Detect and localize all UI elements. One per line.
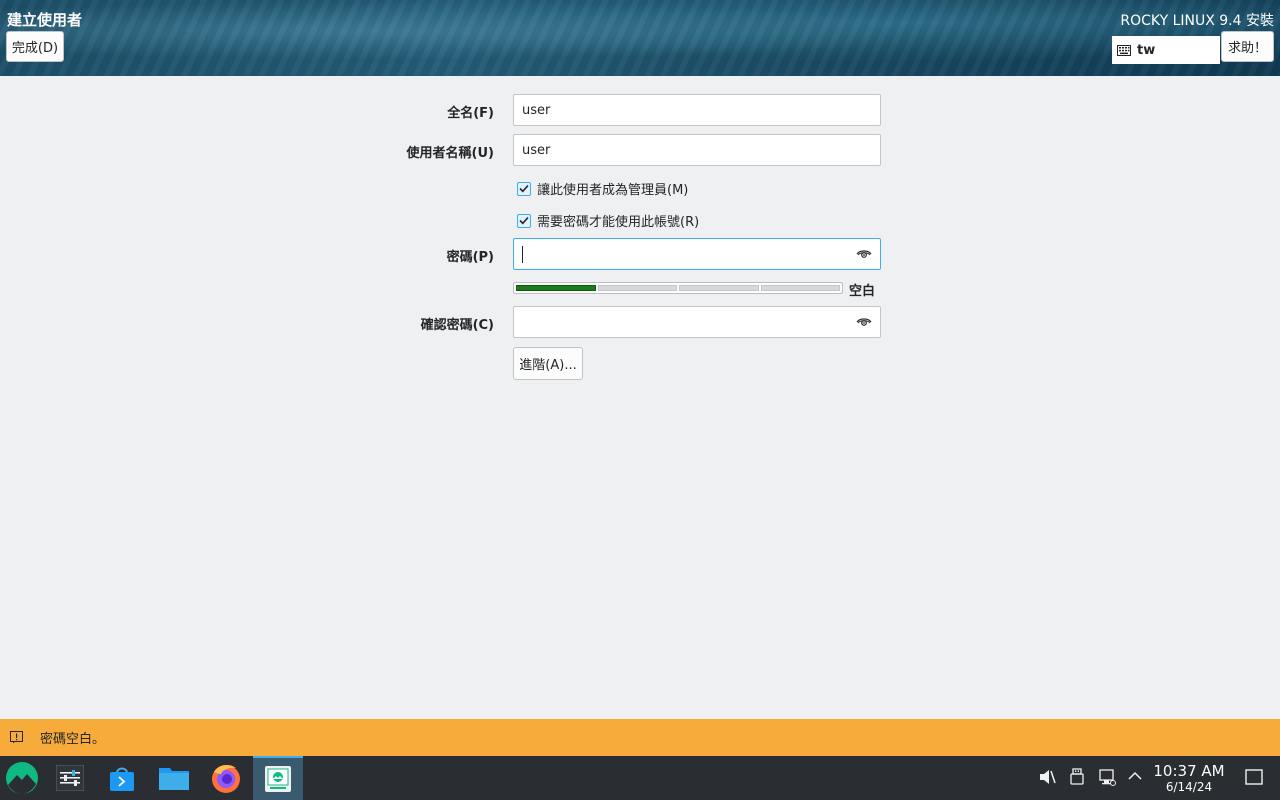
username-value: user [522,142,551,158]
password-strength-text: 空白 [849,284,876,299]
taskbar: 10:37 AM 6/14/24 [0,756,1280,800]
installer-icon [265,766,291,792]
eye-icon[interactable] [856,315,872,329]
taskbar-settings[interactable] [45,756,95,800]
warning-message: 密碼空白。 [40,732,106,747]
taskbar-files[interactable] [149,756,199,800]
app-launcher-button[interactable] [0,756,44,800]
confirm-password-input[interactable] [513,306,881,338]
folder-icon [159,768,189,790]
taskbar-firefox[interactable] [201,756,251,800]
username-input[interactable]: user [513,134,881,166]
admin-checkbox[interactable] [517,181,531,196]
clock-date: 6/14/24 [1165,780,1213,794]
done-button[interactable]: 完成(D) [6,31,64,62]
password-strength-bar [513,282,843,294]
help-button[interactable]: 求助！ [1221,31,1274,62]
advanced-button[interactable]: 進階(A)... [513,347,583,380]
header-banner: 建立使用者 完成(D) ROCKY LINUX 9.4 安裝 tw 求助！ [0,0,1280,76]
username-label: 使用者名稱(U) [406,146,494,161]
taskbar-store[interactable] [97,756,147,800]
page-title: 建立使用者 [7,11,83,29]
keyboard-layout-label: tw [1137,42,1156,58]
show-desktop-icon[interactable] [1245,768,1263,786]
network-icon[interactable] [1098,768,1116,786]
firefox-icon [212,764,240,793]
product-title: ROCKY LINUX 9.4 安裝 [1120,13,1274,29]
confirm-password-label: 確認密碼(C) [420,318,494,333]
strength-segment [516,285,596,291]
rocky-logo-icon [6,762,38,794]
chevron-up-icon[interactable] [1128,771,1142,781]
require-password-label: 需要密碼才能使用此帳號(R) [537,215,700,230]
keyboard-layout-indicator[interactable]: tw [1112,36,1220,64]
checkmark-icon [519,184,529,193]
strength-segment [597,285,677,291]
fullname-value: user [522,102,551,118]
admin-checkbox-row[interactable]: 讓此使用者成為管理員(M) [517,179,688,198]
password-input[interactable] [513,238,881,270]
checkmark-icon [519,216,529,225]
require-password-checkbox[interactable] [517,213,531,228]
clock[interactable]: 10:37 AM 6/14/24 [1150,762,1228,795]
keyboard-icon [1117,44,1131,56]
strength-segment [760,285,840,291]
warning-bar[interactable]: 密碼空白。 [0,719,1280,756]
require-password-checkbox-row[interactable]: 需要密碼才能使用此帳號(R) [517,211,699,230]
text-caret [522,245,523,263]
fullname-input[interactable]: user [513,94,881,126]
clock-time: 10:37 AM [1153,762,1225,780]
volume-muted-icon[interactable] [1038,768,1056,786]
taskbar-installer[interactable] [253,756,303,800]
settings-icon [56,765,84,791]
warning-icon [10,731,23,744]
password-label: 密碼(P) [446,250,494,265]
strength-segment [679,285,759,291]
admin-checkbox-label: 讓此使用者成為管理員(M) [537,183,689,198]
eye-icon[interactable] [856,247,872,261]
fullname-label: 全名(F) [447,106,494,121]
store-icon [110,767,134,791]
usb-icon[interactable] [1070,768,1084,786]
